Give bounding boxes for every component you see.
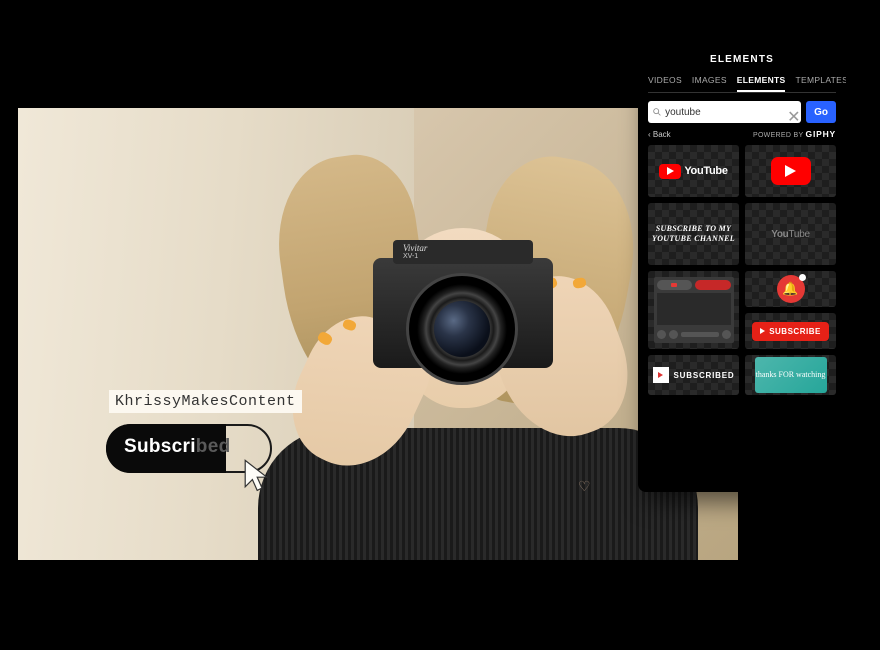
youtube-play-icon (771, 157, 811, 185)
endscreen-preview (654, 277, 734, 343)
search-field[interactable]: ✕ (648, 101, 801, 123)
search-icon (652, 106, 662, 118)
subscribe-pill: SUBSCRIBE (752, 322, 829, 341)
youtube-play-icon (659, 164, 681, 179)
tile-youtube-logo-gray[interactable]: YouTube (745, 203, 836, 265)
cursor-icon (241, 458, 271, 494)
tab-elements[interactable]: ELEMENTS (737, 75, 786, 92)
tile-thanks-watching[interactable]: thanks FOR watching (745, 355, 836, 395)
video-canvas: ♡ KhrissyMakesContent Subscribed (18, 108, 738, 560)
panel-tabs: VIDEOS IMAGES ELEMENTS TEMPLATES (648, 75, 836, 93)
play-square-icon (653, 367, 669, 383)
tab-templates[interactable]: TEMPLATES (795, 75, 846, 92)
subscribed-text: SUBSCRIBED (674, 371, 735, 380)
youtube-wordmark: YouTube (684, 165, 727, 177)
elements-panel: ELEMENTS VIDEOS IMAGES ELEMENTS TEMPLATE… (638, 42, 846, 492)
tile-subscribe-script[interactable]: SUBSCRIBE TO MY YOUTUBE CHANNEL (648, 203, 739, 265)
bell-icon: 🔔 (777, 275, 805, 303)
tile-endscreen-template[interactable] (648, 271, 739, 349)
tile-notification-bell[interactable]: 🔔 (745, 271, 836, 307)
clear-icon[interactable]: ✕ (787, 107, 797, 117)
panel-title: ELEMENTS (648, 54, 836, 65)
tile-subscribed-badge[interactable]: SUBSCRIBED (648, 355, 739, 395)
subscribe-text-dim: bed (196, 436, 231, 457)
heart-tattoo: ♡ (578, 478, 591, 495)
channel-name-overlay[interactable]: KhrissyMakesContent (109, 390, 302, 413)
thanks-card: thanks FOR watching (755, 357, 827, 393)
script-subscribe-text: SUBSCRIBE TO MY YOUTUBE CHANNEL (648, 224, 739, 243)
tab-videos[interactable]: VIDEOS (648, 75, 682, 92)
elements-grid: YouTube SUBSCRIBE TO MY YOUTUBE CHANNEL … (648, 145, 836, 395)
subscribe-text-main: Subscri (124, 436, 196, 457)
powered-by-label: POWERED BY GIPHY (753, 129, 836, 139)
back-link[interactable]: ‹ Back (648, 130, 671, 139)
tile-youtube-play-button[interactable] (745, 145, 836, 197)
search-input[interactable] (665, 107, 787, 118)
go-button[interactable]: Go (806, 101, 836, 123)
youtube-wordmark-gray: YouTube (771, 229, 809, 240)
tile-youtube-logo-full[interactable]: YouTube (648, 145, 739, 197)
tab-images[interactable]: IMAGES (692, 75, 727, 92)
tile-subscribe-pill[interactable]: SUBSCRIBE (745, 313, 836, 349)
